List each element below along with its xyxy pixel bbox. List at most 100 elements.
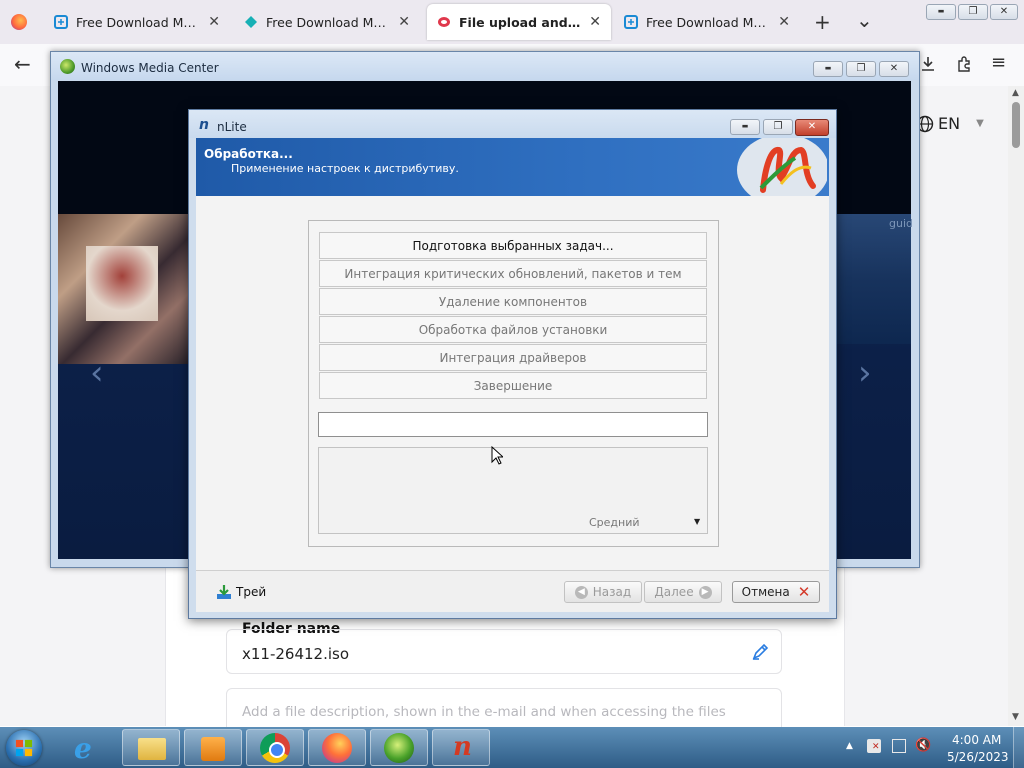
log-area: Средний ▼ [318,447,708,534]
folder-icon [138,738,166,760]
wmc-next-arrow[interactable]: › [858,353,872,393]
browser-tab-bar: Free Download Manager ✕ Free Download Ma… [0,0,1024,45]
nlite-minimize-button[interactable]: ▬ [730,119,760,135]
wmc-title-bar[interactable]: Windows Media Center ▬ ❐ ✕ [51,52,919,80]
wmc-minimize-button[interactable]: ▬ [813,61,843,77]
downloads-icon[interactable] [919,55,937,73]
nlite-footer: Трей ◀ Назад Далее ▶ Отмена ✕ [196,570,829,612]
nlite-title-bar[interactable]: n nLite ▬ ❐ ✕ [189,110,836,138]
wmc-title: Windows Media Center [81,61,219,75]
album-art-highlight [86,246,158,321]
action-center-icon[interactable]: ✕ [867,739,881,753]
close-button[interactable]: ✕ [990,4,1018,20]
tv-thumbnails [835,214,911,344]
wmc-restore-button[interactable]: ❐ [846,61,876,77]
task-panel: Подготовка выбранных задач... Интеграция… [308,220,719,547]
task-item: Интеграция драйверов [319,344,707,371]
tab-title: Free Download Manager [266,14,390,30]
upload-site-icon [438,17,450,27]
taskbar-explorer[interactable] [122,729,180,766]
tab-title: File upload and sharing. [459,14,581,30]
taskbar-ie[interactable]: e [60,729,118,766]
fdm-icon [624,15,638,29]
volume-muted-icon[interactable]: 🔇 [915,738,931,753]
ie-icon: e [74,732,92,765]
scroll-down-icon[interactable]: ▼ [1012,712,1019,722]
nlite-close-button[interactable]: ✕ [795,119,829,136]
back-button[interactable]: ◀ Назад [564,581,642,603]
extensions-icon[interactable] [955,55,973,73]
page-scrollbar[interactable]: ▲ ▼ [1008,86,1024,726]
show-desktop-button[interactable] [1013,727,1024,768]
close-tab-icon[interactable]: ✕ [778,14,790,30]
taskbar-chrome[interactable] [246,729,304,766]
tray-download-icon [217,585,231,599]
clock-date[interactable]: 5/26/2023 [947,750,1009,764]
language-selector[interactable]: EN ▼ [916,114,984,133]
wmc-prev-arrow[interactable]: ‹ [90,353,104,393]
tab-free-download-manager-3[interactable]: Free Download Manager ✕ [614,4,800,40]
nlite-header: Обработка... Применение настроек к дистр… [196,138,829,196]
wmc-icon [384,733,414,763]
network-icon[interactable] [892,739,906,753]
nlite-logo-icon: n [199,117,209,133]
taskbar-media-player[interactable] [184,729,242,766]
tab-free-download-manager-1[interactable]: Free Download Manager ✕ [44,4,230,40]
priority-select[interactable]: Средний ▼ [589,514,707,532]
menu-icon[interactable]: ≡ [991,52,1006,73]
task-item: Подготовка выбранных задач... [319,232,707,259]
task-item: Завершение [319,372,707,399]
minimize-button[interactable]: ▬ [926,4,956,20]
scrollbar-thumb[interactable] [1012,102,1020,148]
close-tab-icon[interactable]: ✕ [208,14,220,30]
back-arrow-icon: ◀ [574,585,588,599]
new-tab-button[interactable]: + [814,10,831,34]
start-button[interactable] [6,730,42,766]
edit-icon[interactable] [751,643,769,661]
close-icon: ✕ [797,583,811,601]
tab-list-button[interactable]: ⌄ [856,8,873,32]
nlite-header-subtitle: Применение настроек к дистрибутиву. [231,162,459,175]
windows-taskbar: e n ▲ ✕ 🔇 4:00 AM 5/26/2023 [0,727,1024,768]
firefox-icon [322,733,352,763]
taskbar-wmc[interactable] [370,729,428,766]
next-label: Далее [654,585,694,599]
scroll-up-icon[interactable]: ▲ [1012,88,1019,98]
back-arrow-icon[interactable]: ← [14,52,31,76]
tray-button[interactable]: Трей [216,584,266,600]
progress-bar [318,412,708,437]
nlite-icon: n [453,732,472,762]
close-tab-icon[interactable]: ✕ [398,14,410,30]
nlite-header-title: Обработка... [204,147,293,161]
wmc-logo-icon [60,59,75,74]
mouse-cursor-icon [491,446,503,465]
clock-time[interactable]: 4:00 AM [952,733,1001,747]
chrome-icon-center [269,742,285,758]
wmc-guide-label: guid [889,217,913,230]
nlite-window: n nLite ▬ ❐ ✕ Обработка... Применение на… [188,109,837,619]
back-label: Назад [592,585,632,599]
close-tab-icon[interactable]: ✕ [589,14,601,30]
cancel-label: Отмена [741,585,790,599]
next-button[interactable]: Далее ▶ [644,581,722,603]
chevron-down-icon: ▼ [976,118,984,129]
task-item: Обработка файлов установки [319,316,707,343]
tab-file-upload[interactable]: File upload and sharing. ✕ [427,4,611,40]
media-player-icon [201,737,225,761]
tab-title: Free Download Manager [646,14,770,30]
taskbar-nlite[interactable]: n [432,729,490,766]
cancel-button[interactable]: Отмена ✕ [732,581,820,603]
taskbar-firefox[interactable] [308,729,366,766]
tray-overflow-icon[interactable]: ▲ [846,741,853,751]
chevron-down-icon: ▼ [694,517,701,526]
firefox-icon [11,14,27,30]
wmc-close-button[interactable]: ✕ [879,61,909,77]
next-arrow-icon: ▶ [698,585,712,599]
tab-free-download-manager-2[interactable]: Free Download Manager ✕ [234,4,420,40]
description-placeholder: Add a file description, shown in the e-m… [242,704,726,720]
nlite-title: nLite [217,120,247,134]
nlite-restore-button[interactable]: ❐ [763,119,793,135]
windows-logo-icon [15,739,33,757]
folder-name-field[interactable]: x11-26412.iso [226,629,782,674]
restore-button[interactable]: ❐ [958,4,988,20]
